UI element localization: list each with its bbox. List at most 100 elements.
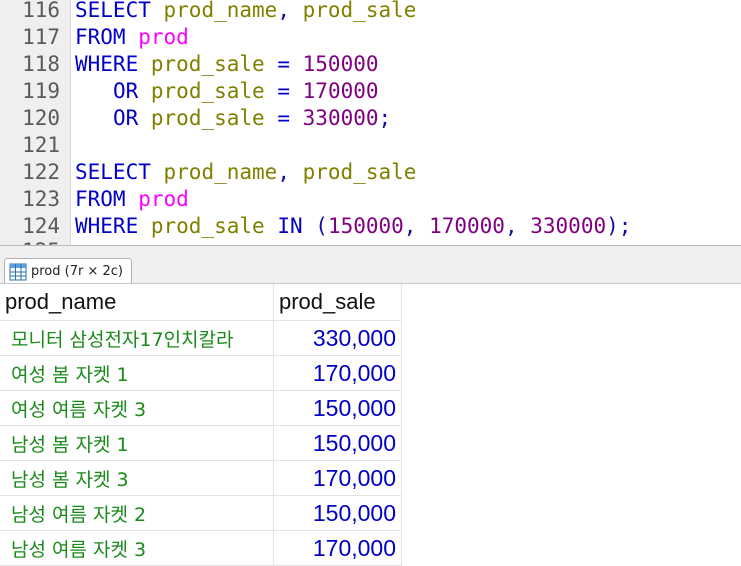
code-line[interactable]: 117 FROM prod xyxy=(0,24,741,51)
cell-prod-name[interactable]: 남성 여름 자켓 3 xyxy=(0,530,274,566)
code-text[interactable]: SELECT prod_name, prod_sale xyxy=(75,159,416,186)
code-token: prod_sale xyxy=(150,106,265,130)
line-number: 120 xyxy=(22,106,60,130)
code-text[interactable]: FROM prod xyxy=(75,186,189,213)
cell-prod-sale[interactable]: 150,000 xyxy=(273,495,402,531)
code-line[interactable]: 121 xyxy=(0,132,741,159)
code-text[interactable]: WHERE prod_sale = 150000 xyxy=(75,51,379,78)
code-text[interactable]: OR prod_sale = 170000 xyxy=(75,78,379,105)
code-token: prod_sale xyxy=(150,79,265,103)
code-token: prod_sale xyxy=(150,52,265,76)
code-text[interactable]: SELECT prod_name, prod_sale xyxy=(75,0,416,24)
code-token: SELECT xyxy=(75,0,151,22)
code-token: prod_sale xyxy=(302,0,417,22)
cell-prod-name[interactable]: 모니터 삼성전자17인치칼라 xyxy=(0,320,274,356)
code-line[interactable]: 120 OR prod_sale = 330000; xyxy=(0,105,741,132)
table-row[interactable]: 남성 여름 자켓 2 150,000 xyxy=(0,495,402,531)
cell-prod-sale[interactable]: 150,000 xyxy=(273,390,402,426)
column-header-prod-sale[interactable]: prod_sale xyxy=(273,284,402,321)
table-row[interactable]: 남성 여름 자켓 3 170,000 xyxy=(0,530,402,566)
code-token: ); xyxy=(606,214,632,238)
code-token: 170000 xyxy=(429,214,505,238)
code-text[interactable]: FROM prod xyxy=(75,24,189,51)
code-token: prod_name xyxy=(163,160,278,184)
code-line[interactable]: 119 OR prod_sale = 170000 xyxy=(0,78,741,105)
code-token: prod xyxy=(138,25,189,49)
code-token: prod_name xyxy=(163,0,278,22)
cell-prod-sale[interactable]: 150,000 xyxy=(273,425,402,461)
table-row[interactable]: 여성 여름 자켓 3 150,000 xyxy=(0,390,402,426)
line-number: 121 xyxy=(22,133,60,157)
code-line[interactable]: 123 FROM prod xyxy=(0,186,741,213)
header-row: prod_name prod_sale xyxy=(0,284,402,321)
code-token: 150000 xyxy=(327,214,404,238)
code-token: FROM xyxy=(75,187,126,211)
code-token: , xyxy=(277,160,303,184)
line-number-partial: 125 xyxy=(0,238,60,245)
code-token: ; xyxy=(378,106,392,130)
code-token: IN xyxy=(277,214,303,238)
code-token: = xyxy=(277,79,290,103)
cell-prod-name[interactable]: 여성 봄 자켓 1 xyxy=(0,355,274,391)
code-token: SELECT xyxy=(75,160,151,184)
code-token: = xyxy=(277,106,290,130)
result-tab-prod[interactable]: prod (7r × 2c) xyxy=(4,258,132,284)
line-number: 118 xyxy=(22,52,60,76)
code-line[interactable]: 116 SELECT prod_name, prod_sale xyxy=(0,0,741,24)
code-token: 330000 xyxy=(302,106,379,130)
line-number: 117 xyxy=(22,25,60,49)
code-text[interactable]: WHERE prod_sale IN (150000, 170000, 3300… xyxy=(75,213,631,240)
code-token: ( xyxy=(315,214,328,238)
code-token: , xyxy=(403,214,430,238)
result-grid[interactable]: prod_name prod_sale 모니터 삼성전자17인치칼라 330,00… xyxy=(0,284,402,566)
code-token: WHERE xyxy=(75,214,139,238)
cell-prod-name[interactable]: 남성 여름 자켓 2 xyxy=(0,495,274,531)
result-panel: prod (7r × 2c) prod_name prod_sale 모니터 삼… xyxy=(0,245,741,566)
cell-prod-sale[interactable]: 170,000 xyxy=(273,460,402,496)
code-token: 150000 xyxy=(302,52,379,76)
table-row[interactable]: 여성 봄 자켓 1 170,000 xyxy=(0,355,402,391)
code-line[interactable]: 122 SELECT prod_name, prod_sale xyxy=(0,159,741,186)
code-token: WHERE xyxy=(75,52,139,76)
cell-prod-sale[interactable]: 170,000 xyxy=(273,530,402,566)
code-token: OR xyxy=(112,79,139,103)
cell-prod-sale[interactable]: 170,000 xyxy=(273,355,402,391)
table-row[interactable]: 남성 봄 자켓 3 170,000 xyxy=(0,460,402,496)
code-token: 330000 xyxy=(530,214,607,238)
table-row[interactable]: 모니터 삼성전자17인치칼라 330,000 xyxy=(0,320,402,356)
code-token: prod xyxy=(138,187,189,211)
line-number: 123 xyxy=(22,187,60,211)
code-token: 170000 xyxy=(302,79,379,103)
line-number: 122 xyxy=(22,160,60,184)
code-line[interactable]: 118 WHERE prod_sale = 150000 xyxy=(0,51,741,78)
cell-prod-name[interactable]: 여성 여름 자켓 3 xyxy=(0,390,274,426)
cell-prod-sale[interactable]: 330,000 xyxy=(273,320,402,356)
code-line[interactable]: 124 WHERE prod_sale IN (150000, 170000, 3… xyxy=(0,213,741,240)
cell-prod-name[interactable]: 남성 봄 자켓 3 xyxy=(0,460,274,496)
table-row[interactable]: 남성 봄 자켓 1 150,000 xyxy=(0,425,402,461)
code-token: , xyxy=(277,0,303,22)
column-header-prod-name[interactable]: prod_name xyxy=(0,284,274,321)
sql-editor[interactable]: 116 SELECT prod_name, prod_sale 117 FROM pr… xyxy=(0,0,741,245)
table-grid-icon xyxy=(9,263,27,281)
cell-prod-name[interactable]: 남성 봄 자켓 1 xyxy=(0,425,274,461)
code-token: , xyxy=(504,214,531,238)
code-token: prod_sale xyxy=(302,160,417,184)
code-text[interactable]: OR prod_sale = 330000; xyxy=(75,105,391,132)
